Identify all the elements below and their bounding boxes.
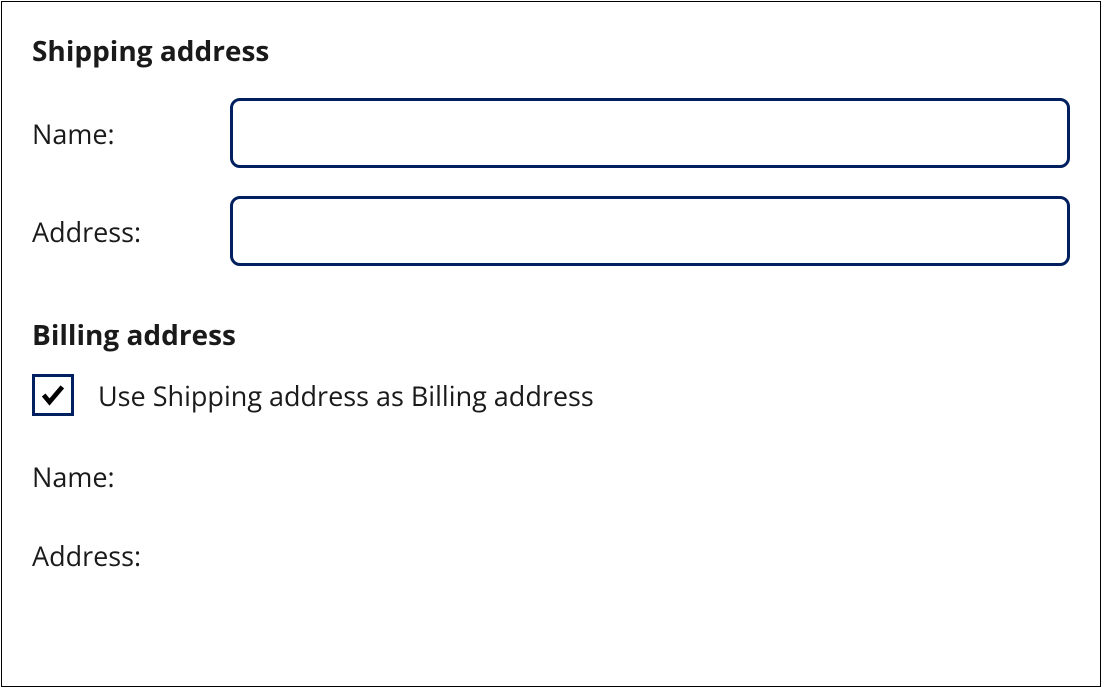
shipping-heading: Shipping address	[32, 32, 1070, 70]
use-shipping-checkbox-label: Use Shipping address as Billing address	[98, 377, 594, 414]
checkmark-icon	[39, 381, 67, 409]
billing-name-row: Name:	[32, 458, 1070, 495]
shipping-address-label: Address:	[32, 213, 230, 250]
shipping-address-input[interactable]	[230, 196, 1070, 266]
billing-heading: Billing address	[32, 316, 1070, 354]
use-shipping-checkbox[interactable]	[32, 374, 74, 416]
use-shipping-checkbox-row: Use Shipping address as Billing address	[32, 374, 1070, 416]
shipping-name-input[interactable]	[230, 98, 1070, 168]
address-form-container: Shipping address Name: Address: Billing …	[1, 1, 1101, 687]
shipping-address-row: Address:	[32, 196, 1070, 266]
billing-address-label: Address:	[32, 537, 141, 574]
billing-address-row: Address:	[32, 537, 1070, 574]
billing-name-label: Name:	[32, 458, 115, 495]
shipping-name-row: Name:	[32, 98, 1070, 168]
shipping-name-label: Name:	[32, 115, 230, 152]
